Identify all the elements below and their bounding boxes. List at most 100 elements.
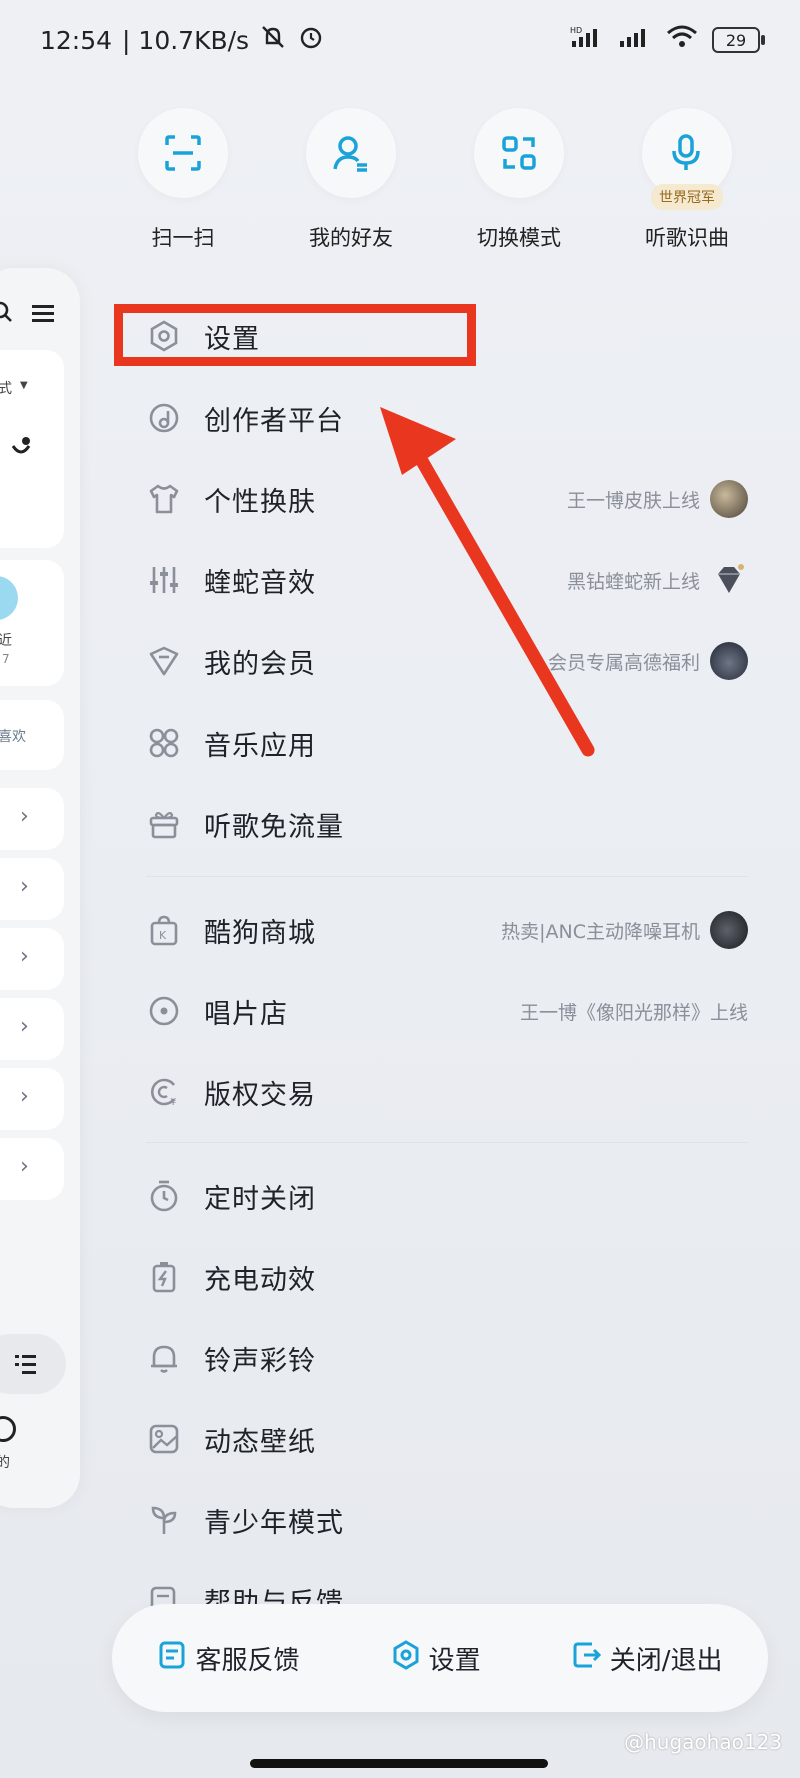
menu-subtitle: 王一博《像阳光那样》上线 (519, 1001, 748, 1024)
chevron-right-icon: › (20, 944, 29, 969)
recent-count: 7 (2, 652, 10, 666)
switch-mode-icon (474, 108, 564, 198)
list-row[interactable]: › (0, 928, 64, 990)
annotation-highlight-box (114, 304, 476, 366)
copyright-icon: ¥ (146, 1074, 182, 1110)
menu-label: 个性换肤 (204, 486, 316, 518)
disc-icon (146, 993, 182, 1029)
exit-button[interactable]: 关闭/退出 (572, 1640, 723, 1677)
menu-label: 我的会员 (204, 648, 316, 680)
menu-label: 蝰蛇音效 (204, 567, 316, 599)
equalizer-icon (146, 562, 182, 598)
mute-icon (259, 23, 287, 57)
menu-label: 定时关闭 (204, 1183, 316, 1215)
chevron-right-icon: › (20, 804, 29, 829)
skin-thumbnail (710, 480, 748, 518)
menu-item-copyright-trade[interactable]: ¥ 版权交易 (146, 1062, 748, 1122)
scan-button[interactable]: 扫一扫 (128, 108, 238, 252)
menu-item-live-wallpaper[interactable]: 动态壁纸 (146, 1409, 748, 1469)
playlist-button[interactable] (0, 1334, 66, 1394)
gift-icon (146, 806, 182, 842)
list-row[interactable]: › (0, 788, 64, 850)
chevron-right-icon: › (20, 1154, 29, 1179)
wallpaper-icon (146, 1421, 182, 1457)
caret-down-icon: ▼ (20, 380, 28, 391)
friends-button[interactable]: 我的好友 (296, 108, 406, 252)
mall-thumbnail (710, 911, 748, 949)
menu-item-charging-effect[interactable]: 充电动效 (146, 1247, 748, 1307)
search-icon[interactable] (0, 300, 14, 330)
annotation-arrow (380, 407, 595, 757)
menu-label: 唱片店 (204, 998, 288, 1030)
customer-feedback-button[interactable]: 客服反馈 (158, 1640, 300, 1677)
exit-icon (572, 1640, 602, 1677)
menu-item-free-data[interactable]: 听歌免流量 (146, 794, 748, 854)
status-bar: 12:54 | 10.7KB/s HD 29 (40, 22, 765, 58)
wifi-icon (666, 25, 698, 55)
apps-icon (146, 725, 182, 761)
svg-text:K: K (159, 929, 167, 942)
status-network-speed: | 10.7KB/s (122, 25, 250, 55)
feedback-icon (158, 1640, 188, 1677)
alarm-icon (297, 23, 325, 57)
chevron-right-icon: › (20, 1014, 29, 1039)
menu-item-mall[interactable]: K 酷狗商城 热卖|ANC主动降噪耳机 (146, 900, 748, 960)
playlist-icon (14, 1352, 38, 1380)
mine-label: 的 (0, 1455, 10, 1471)
shopping-bag-icon: K (146, 912, 182, 948)
diamond-icon (710, 561, 748, 599)
scan-icon (138, 108, 228, 198)
status-time: 12:54 (40, 25, 113, 55)
mode-text: 式 (0, 381, 12, 397)
switch-mode-button[interactable]: 切换模式 (464, 108, 574, 252)
like-label: 喜欢 (0, 729, 26, 745)
menu-label: 版权交易 (204, 1079, 316, 1111)
recognize-icon[interactable] (8, 434, 34, 466)
menu-icon[interactable] (32, 302, 54, 330)
list-row[interactable]: › (0, 998, 64, 1060)
home-indicator[interactable] (250, 1759, 548, 1768)
menu-item-teen-mode[interactable]: 青少年模式 (146, 1490, 748, 1550)
signal-hd-icon: HD (570, 25, 604, 55)
music-recognition-button[interactable]: 世界冠军 听歌识曲 (632, 108, 742, 252)
menu-label: 青少年模式 (204, 1507, 344, 1539)
background-app-panel: 式 ▼ 近 7 喜欢 › › › › › › 的 (0, 268, 80, 1508)
bell-icon (146, 1340, 182, 1376)
recent-icon (0, 576, 18, 620)
list-row[interactable]: › (0, 1138, 64, 1200)
switch-mode-label: 切换模式 (477, 226, 561, 250)
creator-icon (146, 400, 182, 436)
menu-divider (146, 1142, 748, 1143)
bottom-settings-button[interactable]: 设置 (391, 1639, 481, 1677)
exit-label: 关闭/退出 (609, 1645, 723, 1676)
svg-text:¥: ¥ (170, 1097, 176, 1108)
recent-card[interactable]: 近 7 (0, 560, 64, 686)
feedback-label: 客服反馈 (195, 1645, 300, 1676)
menu-label: 音乐应用 (204, 730, 316, 762)
menu-item-sleep-timer[interactable]: 定时关闭 (146, 1166, 748, 1226)
menu-item-ringtone[interactable]: 铃声彩铃 (146, 1328, 748, 1388)
settings-icon (391, 1639, 421, 1677)
profile-icon[interactable] (0, 1416, 16, 1442)
menu-label: 创作者平台 (204, 405, 344, 437)
music-recognition-label: 听歌识曲 (645, 226, 729, 250)
menu-subtitle: 热卖|ANC主动降噪耳机 (501, 920, 700, 943)
champion-badge: 世界冠军 (651, 184, 723, 210)
membership-icon (146, 643, 182, 679)
chevron-right-icon: › (20, 874, 29, 899)
svg-text:HD: HD (570, 26, 582, 35)
quick-actions: 扫一扫 我的好友 切换模式 世界冠军 听歌识曲 (128, 108, 748, 258)
list-row[interactable]: › (0, 858, 64, 920)
menu-label: 酷狗商城 (204, 917, 316, 949)
menu-item-record-store[interactable]: 唱片店 王一博《像阳光那样》上线 (146, 981, 748, 1041)
signal-icon (618, 25, 652, 55)
friends-label: 我的好友 (309, 226, 393, 250)
menu-label: 充电动效 (204, 1264, 316, 1296)
tshirt-icon (146, 481, 182, 517)
list-row[interactable]: › (0, 1068, 64, 1130)
microphone-icon: 世界冠军 (642, 108, 732, 210)
member-thumbnail (710, 642, 748, 680)
recent-label: 近 (0, 633, 12, 649)
menu-label: 铃声彩铃 (204, 1345, 316, 1377)
like-card[interactable]: 喜欢 (0, 700, 64, 770)
